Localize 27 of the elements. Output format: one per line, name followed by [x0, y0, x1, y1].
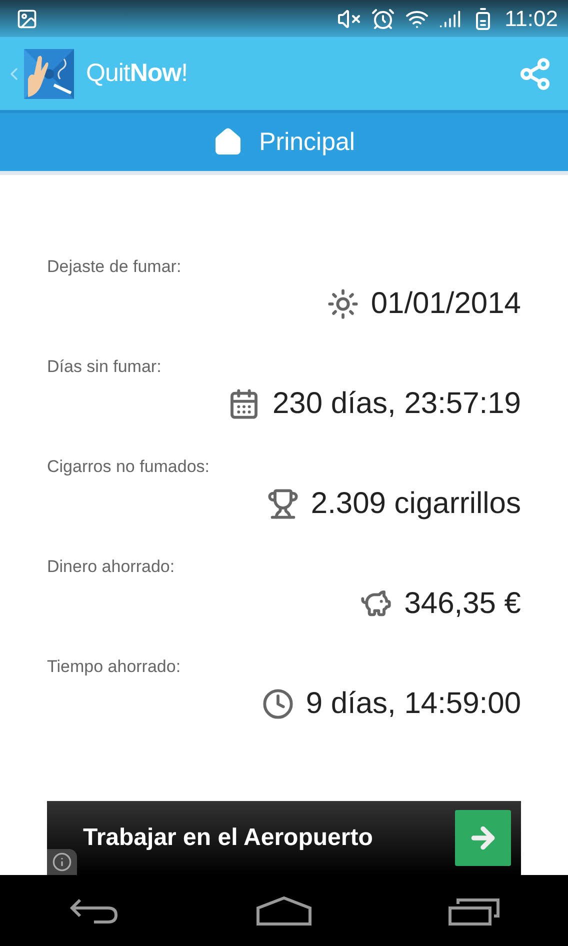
app-title: QuitNow! — [86, 59, 188, 88]
calendar-icon — [228, 388, 260, 420]
alarm-icon — [370, 6, 395, 30]
stat-value: 230 días, 23:57:19 — [272, 387, 521, 421]
ad-text: Trabajar en el Aeropuerto — [83, 824, 374, 852]
sun-icon — [326, 288, 359, 320]
stat-label: Días sin fumar: — [47, 357, 162, 377]
stat-value: 01/01/2014 — [370, 287, 521, 321]
info-icon[interactable] — [47, 849, 77, 875]
trophy-icon — [266, 488, 299, 520]
image-icon — [16, 8, 38, 30]
recent-apps-icon[interactable] — [448, 896, 500, 926]
stat-label: Dinero ahorrado: — [47, 557, 176, 577]
app-logo-icon[interactable] — [24, 48, 74, 98]
stat-value: 9 días, 14:59:00 — [306, 687, 521, 721]
clock-time: 11:02 — [504, 6, 558, 32]
stat-value: 2.309 cigarrillos — [310, 487, 521, 521]
home-nav-icon[interactable] — [256, 896, 312, 926]
ad-banner[interactable]: Trabajar en el Aeropuerto — [47, 801, 521, 875]
stat-label: Cigarros no fumados: — [47, 457, 211, 477]
stat-value: 346,35 € — [404, 587, 521, 621]
home-icon — [213, 127, 244, 157]
stat-label: Dejaste de fumar: — [47, 257, 182, 277]
stat-label: Tiempo ahorrado: — [47, 657, 182, 677]
ad-go-button[interactable] — [455, 810, 511, 866]
share-icon — [518, 56, 552, 90]
clock-icon — [262, 688, 294, 720]
